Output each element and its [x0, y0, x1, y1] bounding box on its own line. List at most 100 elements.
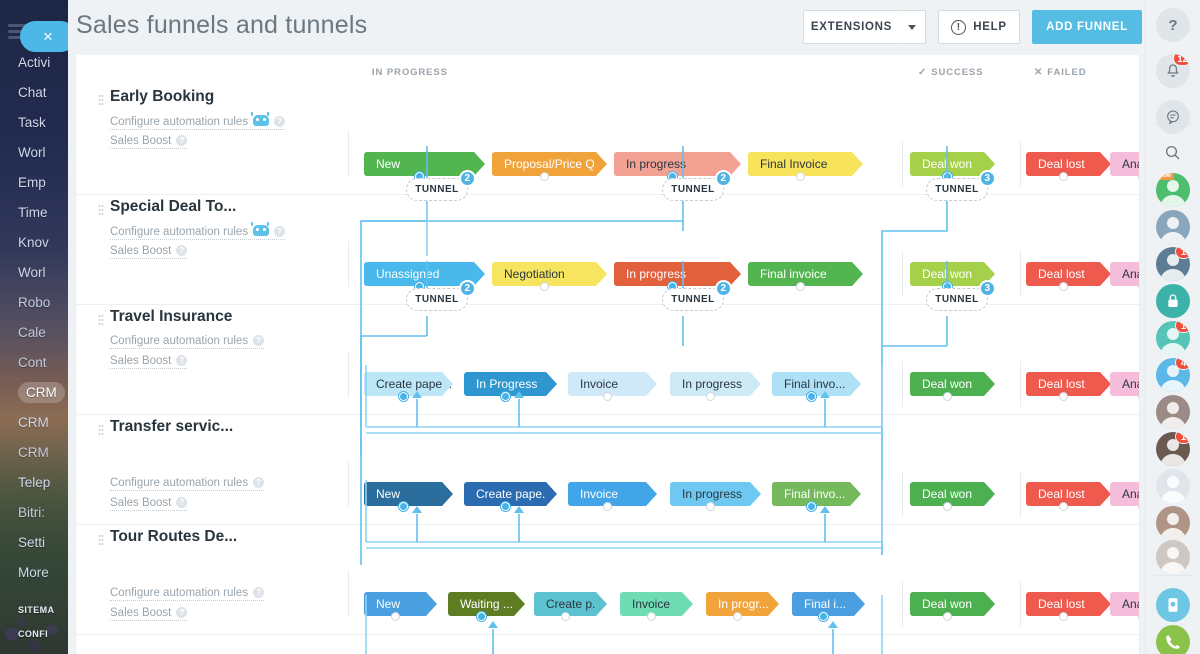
rail-contact-4-avatar[interactable]: 4	[1156, 358, 1190, 392]
stage-tunnel-anchor-dot[interactable]	[796, 282, 805, 291]
stage-chip[interactable]: Invoice	[620, 592, 682, 616]
stage-chip[interactable]: In Progress	[464, 372, 546, 396]
rail-help-icon[interactable]: ?	[1156, 8, 1190, 42]
stage-chip[interactable]: Invoice	[568, 482, 646, 506]
stage-chip[interactable]: Deal won	[910, 372, 984, 396]
configure-automation-rules-link[interactable]: Configure automation rules?	[110, 225, 285, 240]
stage-chip[interactable]: Deal lost	[1026, 262, 1100, 286]
stage-tunnel-anchor-dot[interactable]	[501, 392, 510, 401]
stage-tunnel-anchor-dot[interactable]	[561, 612, 570, 621]
stage-chip[interactable]: Final Invoice	[748, 152, 852, 176]
rail-contact-8-avatar[interactable]	[1156, 506, 1190, 540]
rail-mobile-app-icon[interactable]	[1156, 588, 1190, 622]
stage-tunnel-anchor-dot[interactable]	[943, 502, 952, 511]
stage-chip[interactable]: Final invo...	[772, 372, 850, 396]
drag-handle-icon[interactable]	[98, 314, 104, 326]
stage-tunnel-anchor-dot[interactable]	[807, 502, 816, 511]
sidebar-item-knov[interactable]: Knov	[0, 228, 68, 258]
stage-tunnel-anchor-dot[interactable]	[807, 392, 816, 401]
rail-notifications-icon[interactable]: 12	[1156, 54, 1190, 88]
stage-chip[interactable]: Final invoice	[748, 262, 852, 286]
configure-automation-rules-link[interactable]: Configure automation rules?	[110, 477, 264, 491]
rail-messages-icon[interactable]	[1156, 100, 1190, 134]
stage-chip[interactable]: New	[364, 152, 474, 176]
stage-chip[interactable]: Deal lost	[1026, 482, 1100, 506]
rail-contact-3-avatar[interactable]: 1	[1156, 321, 1190, 355]
help-button[interactable]: ! HELP	[938, 10, 1020, 44]
drag-handle-icon[interactable]	[98, 424, 104, 436]
stage-chip[interactable]: Create pape...	[364, 372, 442, 396]
extensions-dropdown-button[interactable]	[899, 10, 926, 44]
configure-automation-rules-link[interactable]: Configure automation rules?	[110, 335, 264, 349]
stage-chip[interactable]: Deal lost	[1026, 372, 1100, 396]
rail-contact-1-avatar[interactable]	[1156, 210, 1190, 244]
stage-tunnel-anchor-dot[interactable]	[819, 612, 828, 621]
stage-chip[interactable]: In progress	[614, 262, 730, 286]
stage-tunnel-anchor-dot[interactable]	[1059, 392, 1068, 401]
stage-tunnel-anchor-dot[interactable]	[943, 392, 952, 401]
help-hint-icon[interactable]: ?	[176, 355, 187, 366]
tunnel-node[interactable]: TUNNEL2	[406, 288, 468, 311]
help-hint-icon[interactable]: ?	[176, 497, 187, 508]
funnel-name[interactable]: Early Booking	[110, 88, 214, 106]
stage-tunnel-anchor-dot[interactable]	[943, 612, 952, 621]
stage-chip[interactable]: Unassigned	[364, 262, 474, 286]
sidebar-item-cale[interactable]: Cale	[0, 318, 68, 348]
sales-boost-link[interactable]: Sales Boost?	[110, 355, 187, 369]
stage-chip[interactable]: Deal won	[910, 152, 984, 176]
stage-chip[interactable]: Final i...	[792, 592, 854, 616]
stage-tunnel-anchor-dot[interactable]	[647, 612, 656, 621]
stage-chip[interactable]: Anal...	[1110, 372, 1139, 396]
sidebar-item-bitri[interactable]: Bitri:	[0, 498, 68, 528]
stage-tunnel-anchor-dot[interactable]	[603, 502, 612, 511]
stage-chip[interactable]: Create p...	[534, 592, 596, 616]
stage-chip[interactable]: Create pape...	[464, 482, 546, 506]
configure-automation-rules-link[interactable]: Configure automation rules?	[110, 115, 285, 130]
help-hint-icon[interactable]: ?	[253, 335, 264, 346]
extensions-button[interactable]: EXTENSIONS	[803, 10, 899, 44]
sidebar-item-crm[interactable]: CRM	[0, 438, 68, 468]
sales-boost-link[interactable]: Sales Boost?	[110, 607, 187, 621]
sidebar-item-chat[interactable]: Chat	[0, 78, 68, 108]
stage-tunnel-anchor-dot[interactable]	[540, 172, 549, 181]
stage-chip[interactable]: In progress	[670, 482, 750, 506]
tunnel-node[interactable]: TUNNEL2	[406, 178, 468, 201]
sidebar-item-task[interactable]: Task	[0, 108, 68, 138]
stage-tunnel-anchor-dot[interactable]	[391, 612, 400, 621]
stage-chip[interactable]: In progr...	[706, 592, 768, 616]
sidebar-item-crm[interactable]: CRM	[0, 408, 68, 438]
sidebar-item-telep[interactable]: Telep	[0, 468, 68, 498]
add-funnel-button[interactable]: ADD FUNNEL	[1032, 10, 1142, 44]
stage-chip[interactable]: Waiting ...	[448, 592, 514, 616]
sales-boost-link[interactable]: Sales Boost?	[110, 497, 187, 511]
stage-tunnel-anchor-dot[interactable]	[540, 282, 549, 291]
sidebar-item-worl[interactable]: Worl	[0, 258, 68, 288]
stage-tunnel-anchor-dot[interactable]	[1138, 392, 1140, 401]
stage-tunnel-anchor-dot[interactable]	[477, 612, 486, 621]
sidebar-item-robo[interactable]: Robo	[0, 288, 68, 318]
stage-chip[interactable]: Invoice	[568, 372, 646, 396]
stage-tunnel-anchor-dot[interactable]	[1059, 172, 1068, 181]
rail-contact-6-avatar[interactable]: 1	[1156, 432, 1190, 466]
stage-chip[interactable]: Anal...	[1110, 482, 1139, 506]
stage-chip[interactable]: Deal won	[910, 262, 984, 286]
stage-chip[interactable]: Final invo...	[772, 482, 850, 506]
stage-chip[interactable]: Anal...	[1110, 262, 1139, 286]
funnel-name[interactable]: Tour Routes De...	[110, 528, 237, 546]
drag-handle-icon[interactable]	[98, 94, 104, 106]
sidebar-footer-link-0[interactable]: SITEMA	[0, 598, 68, 622]
tunnel-node[interactable]: TUNNEL3	[926, 178, 988, 201]
help-hint-icon[interactable]: ?	[176, 607, 187, 618]
stage-tunnel-anchor-dot[interactable]	[796, 172, 805, 181]
sales-boost-link[interactable]: Sales Boost?	[110, 135, 187, 149]
stage-chip[interactable]: Deal lost	[1026, 592, 1100, 616]
rail-contact-7-avatar[interactable]	[1156, 469, 1190, 503]
stage-tunnel-anchor-dot[interactable]	[1059, 282, 1068, 291]
sidebar-item-setti[interactable]: Setti	[0, 528, 68, 558]
tunnel-node[interactable]: TUNNEL2	[662, 288, 724, 311]
stage-chip[interactable]: In progress	[670, 372, 750, 396]
help-hint-icon[interactable]: ?	[176, 135, 187, 146]
sidebar-item-more[interactable]: More	[0, 558, 68, 588]
configure-automation-rules-link[interactable]: Configure automation rules?	[110, 587, 264, 601]
stage-chip[interactable]: Proposal/Price Q...	[492, 152, 596, 176]
